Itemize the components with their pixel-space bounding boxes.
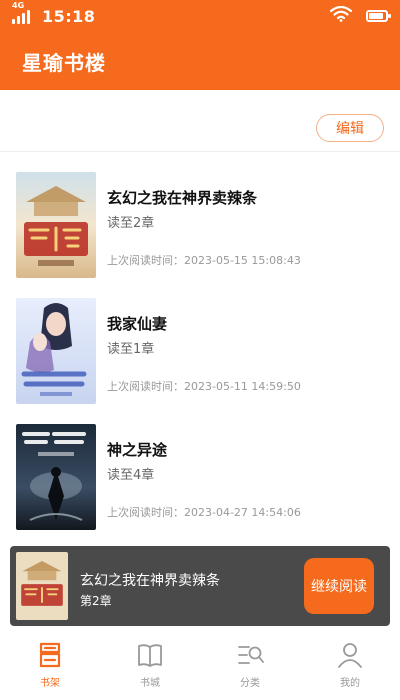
tab-label: 书架 xyxy=(40,678,60,689)
network-type: 4G xyxy=(12,1,25,10)
continue-reading-bar[interactable]: 玄幻之我在神界卖辣条 第2章 继续阅读 xyxy=(10,546,390,626)
category-search-icon xyxy=(235,640,265,670)
bookshelf-icon xyxy=(35,640,65,670)
book-title: 我家仙妻 xyxy=(107,315,168,333)
book-progress: 读至2章 xyxy=(107,216,155,231)
book-title: 神之异途 xyxy=(107,441,168,459)
status-bar: 4G 15:18 xyxy=(0,0,400,32)
page-title: 星瑜书楼 xyxy=(22,50,106,75)
book-title: 玄幻之我在神界卖辣条 xyxy=(107,189,258,207)
battery-icon xyxy=(366,10,391,22)
app-header: 星瑜书楼 xyxy=(0,32,400,90)
book-progress: 读至4章 xyxy=(107,468,155,483)
book-item[interactable]: 神之异途 读至4章 上次阅读时间：2023-04-27 14:54:06 xyxy=(0,404,400,530)
tab-bookstore[interactable]: 书城 xyxy=(100,632,200,700)
status-time: 15:18 xyxy=(42,6,96,26)
cover-golden-palace xyxy=(16,552,68,620)
book-last-read: 上次阅读时间：2023-04-27 14:54:06 xyxy=(107,506,301,519)
book-last-read: 上次阅读时间：2023-05-11 14:59:50 xyxy=(107,380,301,393)
tab-label: 书城 xyxy=(140,678,160,689)
continue-book-title: 玄幻之我在神界卖辣条 xyxy=(80,573,220,589)
book-item[interactable]: 玄幻之我在神界卖辣条 读至2章 上次阅读时间：2023-05-15 15:08:… xyxy=(0,152,400,278)
toolbar: 编辑 xyxy=(0,90,400,152)
book-last-read: 上次阅读时间：2023-05-15 15:08:43 xyxy=(107,254,301,267)
cover-dark-hero[interactable] xyxy=(16,424,96,530)
user-icon xyxy=(335,640,365,670)
tab-label: 我的 xyxy=(340,678,360,689)
book-progress: 读至1章 xyxy=(107,342,155,357)
tab-label: 分类 xyxy=(240,678,260,689)
book-open-icon xyxy=(135,640,165,670)
wifi-icon xyxy=(329,5,353,26)
tab-profile[interactable]: 我的 xyxy=(300,632,400,700)
cover-couple[interactable] xyxy=(16,298,96,404)
signal-icon: 4G xyxy=(12,1,30,24)
bookshelf-list: 玄幻之我在神界卖辣条 读至2章 上次阅读时间：2023-05-15 15:08:… xyxy=(0,152,400,530)
continue-chapter: 第2章 xyxy=(80,594,112,608)
cover-golden-palace[interactable] xyxy=(16,172,96,278)
edit-button[interactable]: 编辑 xyxy=(316,114,384,142)
continue-reading-button[interactable]: 继续阅读 xyxy=(304,558,374,614)
book-item[interactable]: 我家仙妻 读至1章 上次阅读时间：2023-05-11 14:59:50 xyxy=(0,278,400,404)
tab-category[interactable]: 分类 xyxy=(200,632,300,700)
bottom-tab-bar: 书架 书城 分类 我的 xyxy=(0,632,400,700)
tab-bookshelf[interactable]: 书架 xyxy=(0,632,100,700)
